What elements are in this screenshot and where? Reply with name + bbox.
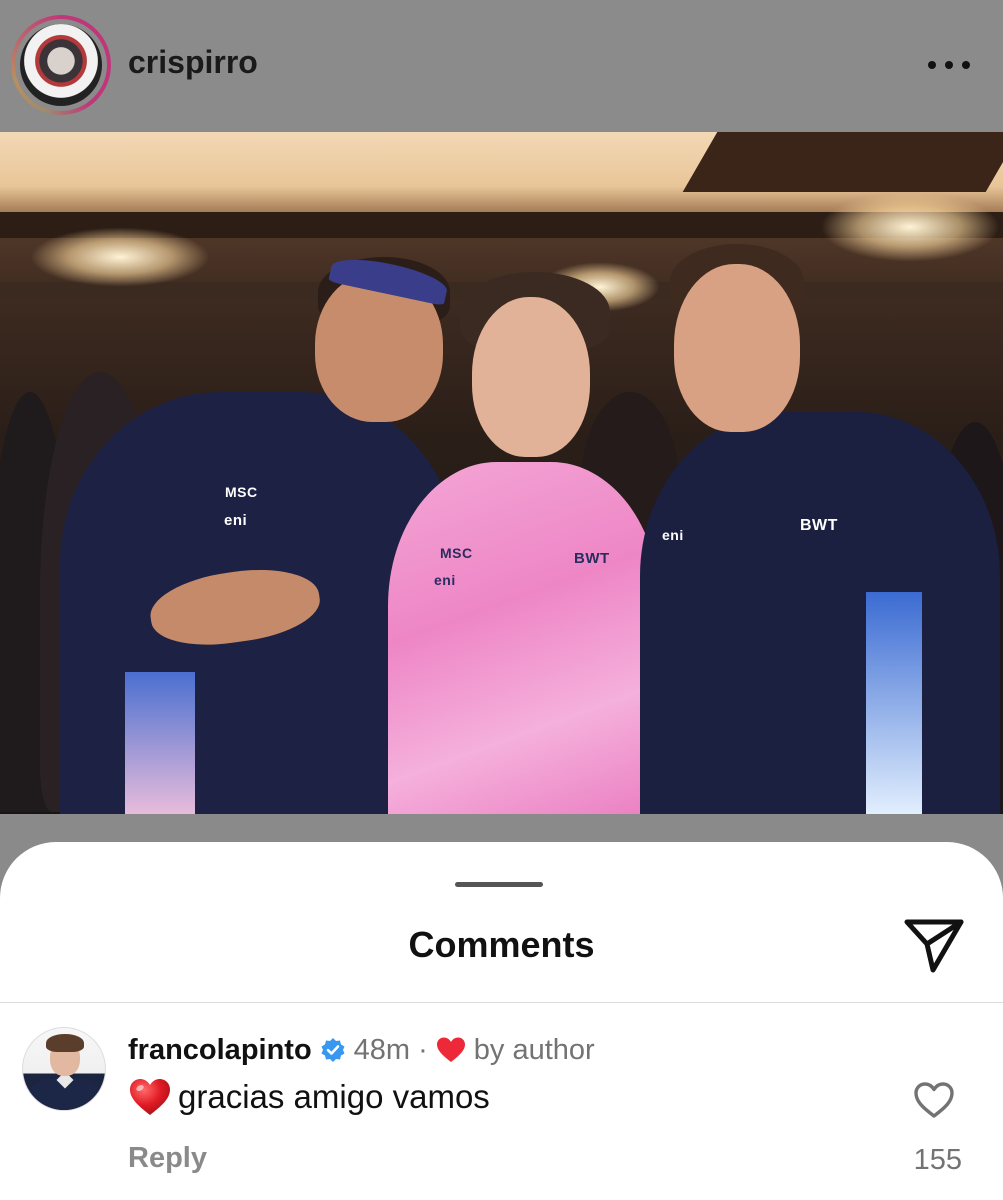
- red-heart-emoji-icon: [130, 1079, 170, 1115]
- reply-button[interactable]: Reply: [128, 1142, 207, 1175]
- verified-badge-icon: [321, 1038, 345, 1062]
- comments-title: Comments: [408, 924, 595, 965]
- sheet-drag-handle[interactable]: [455, 882, 543, 887]
- post-photo[interactable]: MSC eni MSC eni BWT BWT eni: [0, 132, 1003, 814]
- paper-plane-icon: [904, 919, 964, 973]
- comment-text: gracias amigo vamos: [178, 1078, 490, 1115]
- post-username[interactable]: crispirro: [128, 44, 258, 81]
- liked-by-author-heart-icon: [436, 1037, 465, 1062]
- more-horizontal-icon: [928, 61, 936, 69]
- comment-username[interactable]: francolapinto: [128, 1034, 312, 1067]
- heart-outline-icon: [914, 1082, 954, 1118]
- comment-body: gracias amigo vamos: [128, 1077, 490, 1117]
- avatar-image: [20, 24, 102, 106]
- comments-sheet: Comments francolapinto 48m · by author g…: [0, 842, 1003, 1200]
- commenter-avatar[interactable]: [22, 1027, 106, 1111]
- post-header: crispirro: [0, 0, 1003, 132]
- like-count: 155: [913, 1144, 962, 1176]
- share-button[interactable]: [903, 916, 965, 974]
- more-options-button[interactable]: [928, 58, 970, 72]
- comment-time: 48m: [353, 1033, 411, 1066]
- profile-avatar[interactable]: [11, 15, 111, 115]
- meta-separator: ·: [418, 1033, 428, 1066]
- liked-by-author-label: by author: [473, 1033, 595, 1066]
- divider: [0, 1002, 1003, 1003]
- like-comment-button[interactable]: [912, 1080, 956, 1120]
- comment-meta: francolapinto 48m · by author: [128, 1030, 595, 1070]
